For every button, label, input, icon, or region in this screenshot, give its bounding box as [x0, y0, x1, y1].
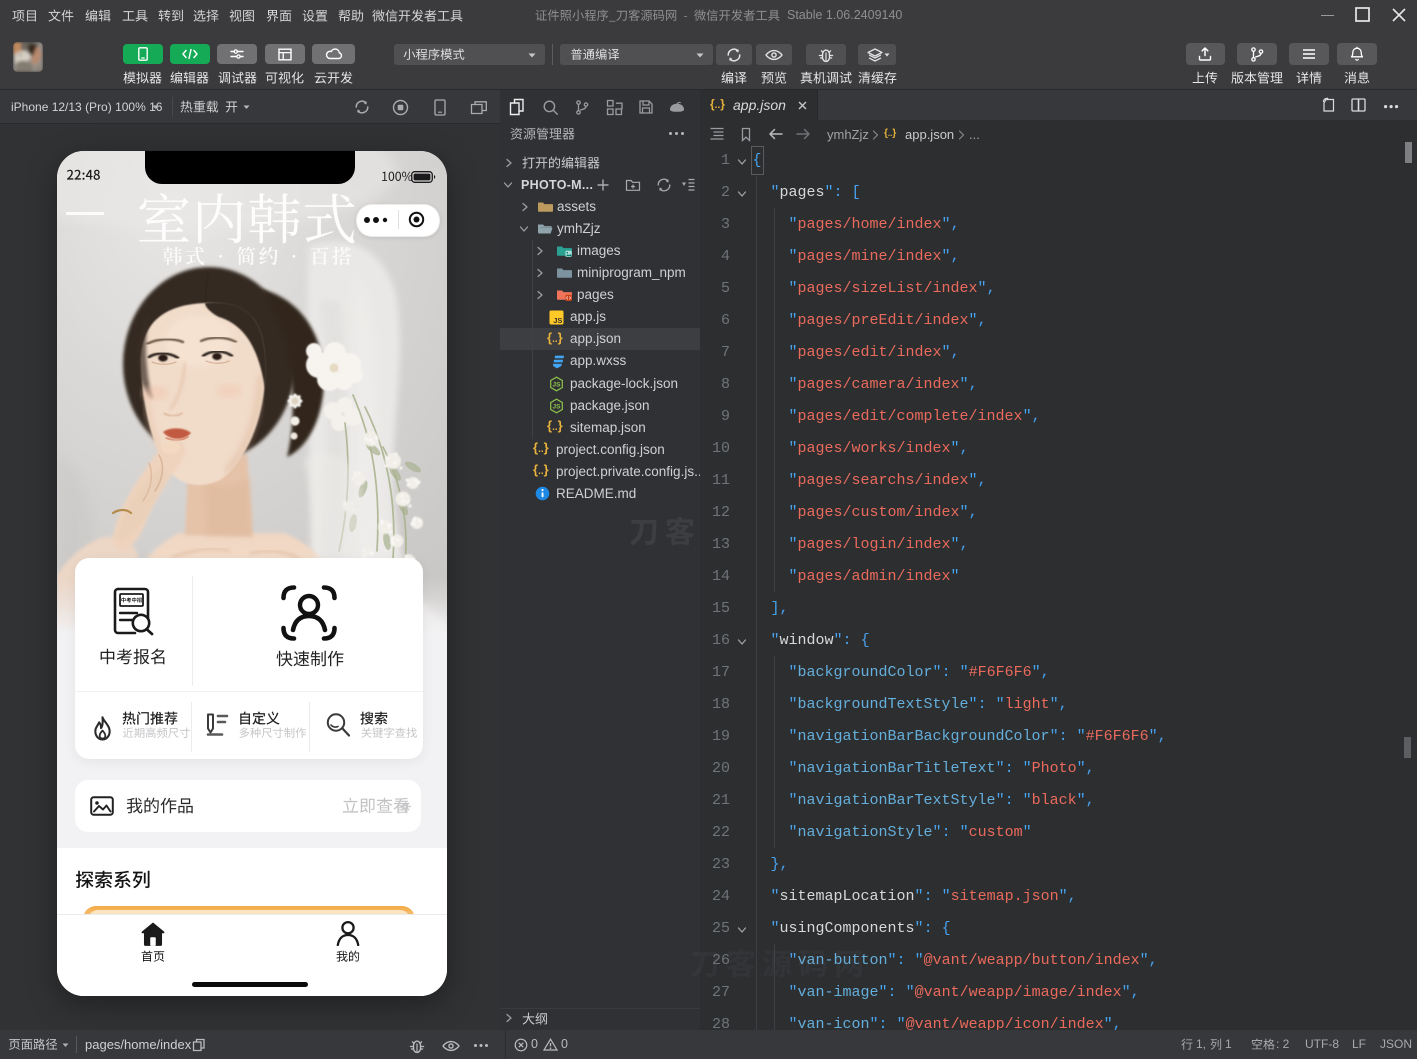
svg-text:JS: JS: [553, 316, 562, 325]
svg-text:{..}: {..}: [533, 441, 549, 455]
svg-text:JS: JS: [553, 403, 562, 410]
svg-text:{..}: {..}: [547, 419, 563, 433]
svg-text:JS: JS: [553, 381, 562, 388]
svg-text:{..}: {..}: [710, 98, 725, 111]
svg-text:{..}: {..}: [533, 463, 549, 477]
svg-text:{..}: {..}: [547, 331, 563, 345]
svg-text:{..}: {..}: [884, 128, 896, 139]
